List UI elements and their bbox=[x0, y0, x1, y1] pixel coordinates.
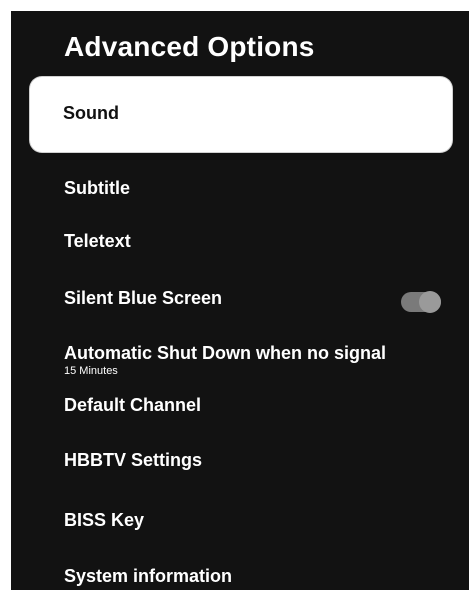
menu-item-automatic-shut-down[interactable]: Automatic Shut Down when no signal 15 Mi… bbox=[64, 343, 449, 377]
menu-item-label: Automatic Shut Down when no signal bbox=[64, 343, 386, 363]
menu-item-subtitle[interactable]: Subtitle bbox=[64, 178, 449, 199]
menu-item-teletext[interactable]: Teletext bbox=[64, 231, 449, 252]
silent-blue-screen-toggle[interactable] bbox=[401, 291, 441, 313]
menu-item-label: Subtitle bbox=[64, 178, 130, 198]
menu-item-label: HBBTV Settings bbox=[64, 450, 203, 470]
page-title: Advanced Options bbox=[64, 31, 315, 62]
menu-item-label: Silent Blue Screen bbox=[64, 288, 223, 308]
menu-item-default-channel[interactable]: Default Channel bbox=[64, 395, 449, 416]
menu-item-silent-blue-screen[interactable]: Silent Blue Screen bbox=[64, 288, 449, 309]
menu-item-value: 15 Minutes bbox=[64, 365, 118, 377]
menu-item-biss-key[interactable]: BISS Key bbox=[64, 510, 449, 531]
advanced-options-panel: Advanced Options Sound Subtitle Teletext… bbox=[11, 11, 469, 590]
menu-item-label: Sound bbox=[63, 103, 119, 123]
menu-item-hbbtv-settings[interactable]: HBBTV Settings bbox=[64, 450, 449, 471]
menu-item-label: BISS Key bbox=[64, 510, 145, 530]
menu-item-label: Teletext bbox=[64, 231, 131, 251]
toggle-knob bbox=[419, 291, 441, 313]
menu-item-system-information[interactable]: System information bbox=[64, 566, 449, 587]
menu-item-sound[interactable]: Sound bbox=[30, 77, 452, 152]
menu-item-label: System information bbox=[64, 566, 233, 586]
menu-item-label: Default Channel bbox=[64, 395, 202, 415]
